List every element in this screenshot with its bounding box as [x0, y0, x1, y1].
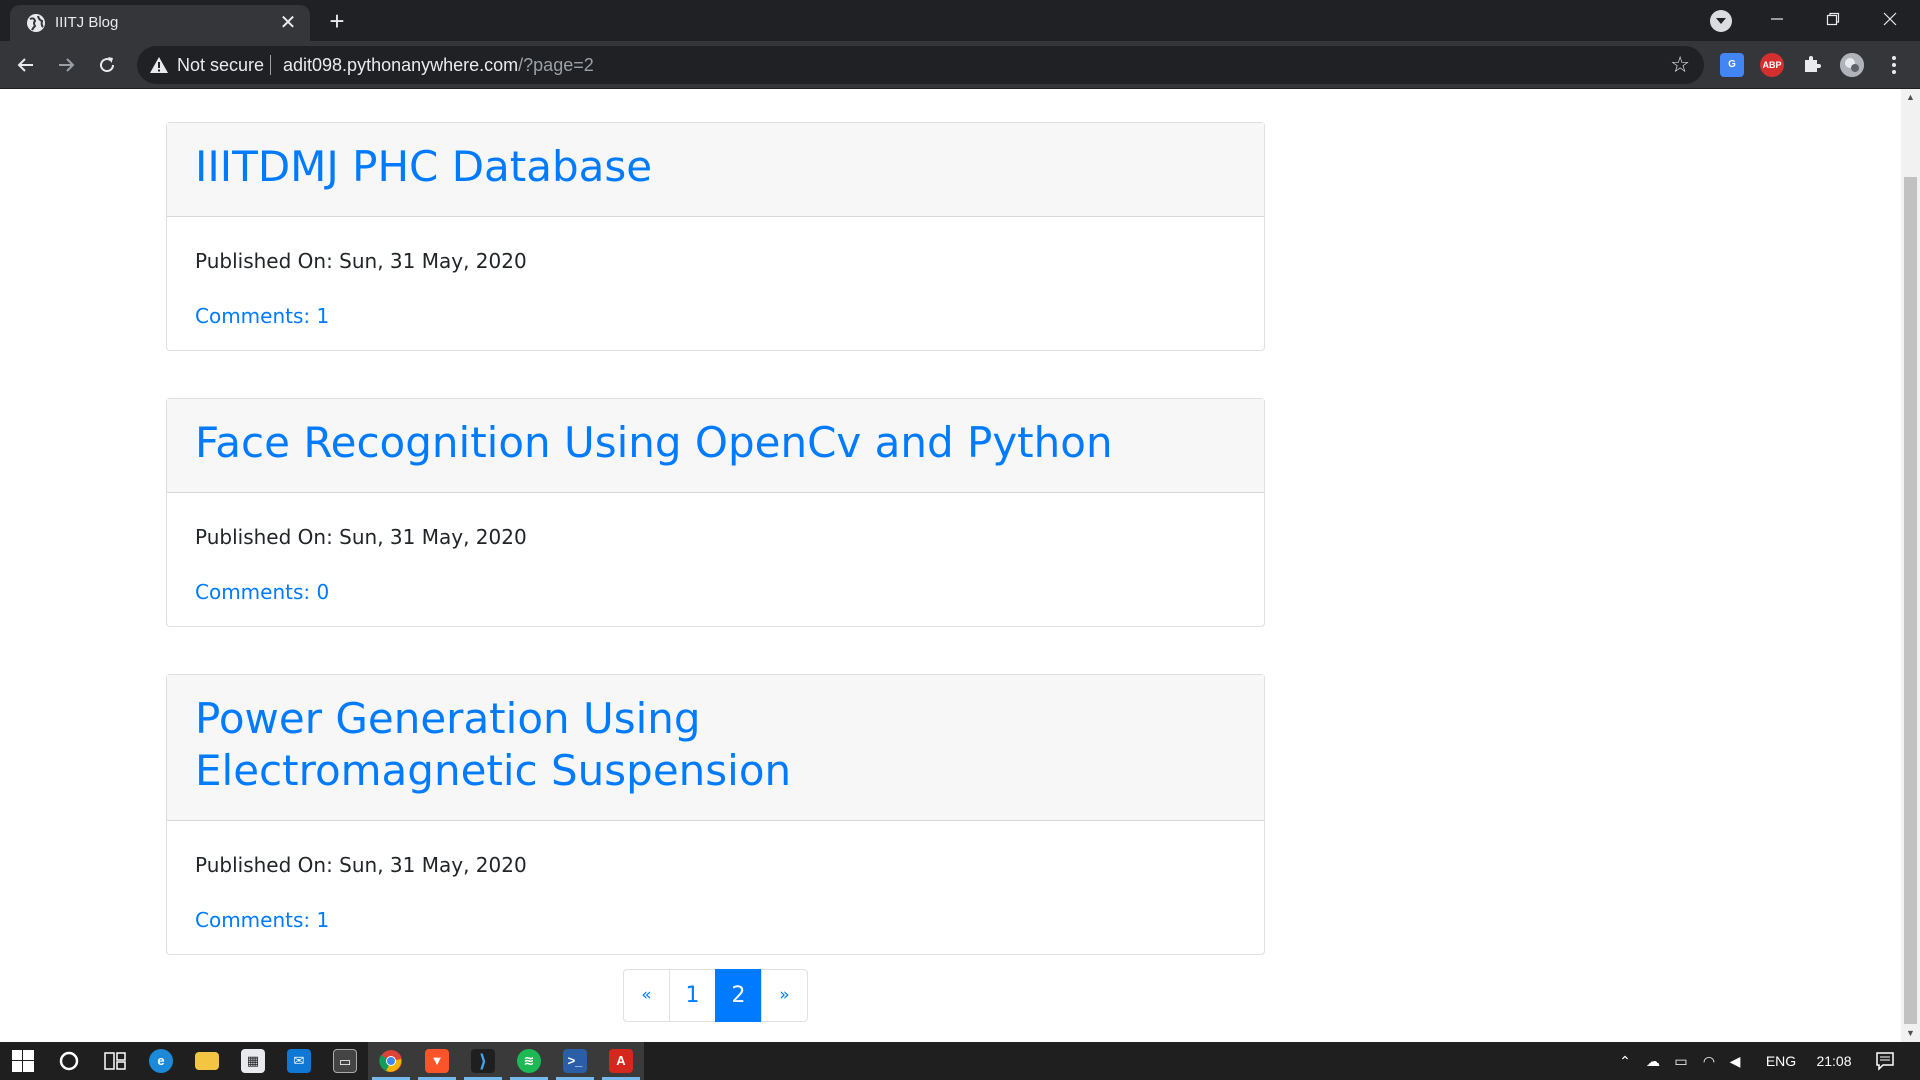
language-indicator[interactable]: ENG [1756, 1042, 1806, 1080]
address-bar[interactable]: Not secure adit098.pythonanywhere.com/?p… [137, 46, 1704, 84]
pagination-page-1[interactable]: 1 [669, 969, 716, 1022]
post-comments-link[interactable]: Comments: 1 [195, 302, 1236, 330]
brave-icon[interactable]: ▼ [414, 1042, 460, 1080]
puzzle-extensions-icon[interactable] [1800, 53, 1824, 77]
file-explorer-icon[interactable] [184, 1042, 230, 1080]
mail-icon[interactable]: ✉ [276, 1042, 322, 1080]
tab-close-icon[interactable]: ✕ [276, 11, 300, 35]
volume-icon[interactable]: ◀ [1722, 1042, 1748, 1080]
address-divider [270, 55, 271, 75]
url-text[interactable]: adit098.pythonanywhere.com/?page=2 [283, 55, 594, 75]
new-tab-button[interactable]: + [322, 7, 352, 35]
warning-icon[interactable] [149, 55, 169, 75]
profile-avatar[interactable] [1840, 53, 1864, 77]
browser-toolbar: Not secure adit098.pythonanywhere.com/?p… [0, 41, 1920, 89]
windows-taskbar: e ▦ ✉ ▭ ▼ ⟩ ≋ >_ A ⌃ ☁ ▭ ◠ ◀ ENG 21:08 [0, 1042, 1920, 1080]
post-title-link[interactable]: Face Recognition Using OpenCv and Python [195, 417, 1236, 469]
terminal-icon[interactable]: ▭ [322, 1042, 368, 1080]
page-viewport: IIITDMJ PHC Database Published On: Sun, … [0, 89, 1901, 1042]
clock-time[interactable]: 21:08 [1806, 1042, 1862, 1080]
post-card: IIITDMJ PHC Database Published On: Sun, … [166, 122, 1265, 351]
chrome-menu-icon[interactable] [1878, 49, 1910, 81]
tray-overflow-chevron-icon[interactable]: ⌃ [1612, 1042, 1638, 1080]
tab-search-icon[interactable] [1710, 10, 1732, 32]
scroll-up-arrow-icon[interactable]: ▲ [1901, 89, 1920, 106]
post-card: Face Recognition Using OpenCv and Python… [166, 398, 1265, 627]
browser-title-bar: IIITJ Blog ✕ + [0, 0, 1920, 41]
scrollbar-thumb[interactable] [1904, 177, 1917, 1024]
post-card-body: Published On: Sun, 31 May, 2020 Comments… [167, 493, 1264, 626]
adblock-plus-icon[interactable]: ABP [1760, 53, 1784, 77]
post-card-body: Published On: Sun, 31 May, 2020 Comments… [167, 217, 1264, 350]
page-scrollbar[interactable]: ▲ ▼ [1901, 89, 1920, 1042]
post-card-header: Power Generation Using Electromagnetic S… [167, 675, 1264, 821]
chrome-icon[interactable] [368, 1042, 414, 1080]
forward-arrow-icon[interactable] [50, 49, 82, 81]
tab-title: IIITJ Blog [55, 14, 119, 31]
pagination-next[interactable]: » [761, 969, 808, 1022]
post-published-date: Published On: Sun, 31 May, 2020 [195, 525, 527, 549]
post-comments-link[interactable]: Comments: 0 [195, 578, 1236, 606]
bookmark-star-icon[interactable]: ☆ [1670, 53, 1690, 77]
battery-icon[interactable]: ▭ [1668, 1042, 1694, 1080]
acrobat-icon[interactable]: A [598, 1042, 644, 1080]
browser-tab[interactable]: IIITJ Blog ✕ [10, 5, 310, 41]
action-center-icon[interactable] [1862, 1042, 1908, 1080]
post-published-date: Published On: Sun, 31 May, 2020 [195, 249, 527, 273]
store-icon[interactable]: ▦ [230, 1042, 276, 1080]
reload-icon[interactable] [91, 49, 123, 81]
post-card-header: Face Recognition Using OpenCv and Python [167, 399, 1264, 493]
url-host: adit098.pythonanywhere.com [283, 55, 519, 75]
back-arrow-icon[interactable] [10, 49, 42, 81]
post-card: Power Generation Using Electromagnetic S… [166, 674, 1265, 955]
restore-icon[interactable] [1805, 0, 1861, 41]
google-translate-icon[interactable]: G [1720, 53, 1744, 77]
scroll-down-arrow-icon[interactable]: ▼ [1901, 1025, 1920, 1042]
cortana-icon[interactable] [46, 1042, 92, 1080]
window-close-icon[interactable] [1862, 0, 1918, 41]
post-comments-link[interactable]: Comments: 1 [195, 906, 1236, 934]
wifi-icon[interactable]: ◠ [1696, 1042, 1722, 1080]
spotify-icon[interactable]: ≋ [506, 1042, 552, 1080]
post-title-link[interactable]: IIITDMJ PHC Database [195, 141, 1236, 193]
powershell-icon[interactable]: >_ [552, 1042, 598, 1080]
url-path: /?page=2 [518, 55, 594, 75]
vscode-icon[interactable]: ⟩ [460, 1042, 506, 1080]
task-view-icon[interactable] [92, 1042, 138, 1080]
post-card-body: Published On: Sun, 31 May, 2020 Comments… [167, 821, 1264, 954]
pagination-page-2[interactable]: 2 [715, 969, 762, 1022]
minimize-icon[interactable] [1749, 0, 1805, 41]
globe-favicon-icon [27, 14, 45, 32]
onedrive-cloud-icon[interactable]: ☁ [1640, 1042, 1666, 1080]
post-published-date: Published On: Sun, 31 May, 2020 [195, 853, 527, 877]
pagination: « 1 2 » [623, 969, 808, 1022]
post-title-link[interactable]: Power Generation Using Electromagnetic S… [195, 693, 1055, 797]
pagination-previous[interactable]: « [623, 969, 670, 1022]
security-label[interactable]: Not secure [177, 55, 264, 75]
post-card-header: IIITDMJ PHC Database [167, 123, 1264, 217]
edge-icon[interactable]: e [138, 1042, 184, 1080]
start-icon[interactable] [0, 1042, 46, 1080]
